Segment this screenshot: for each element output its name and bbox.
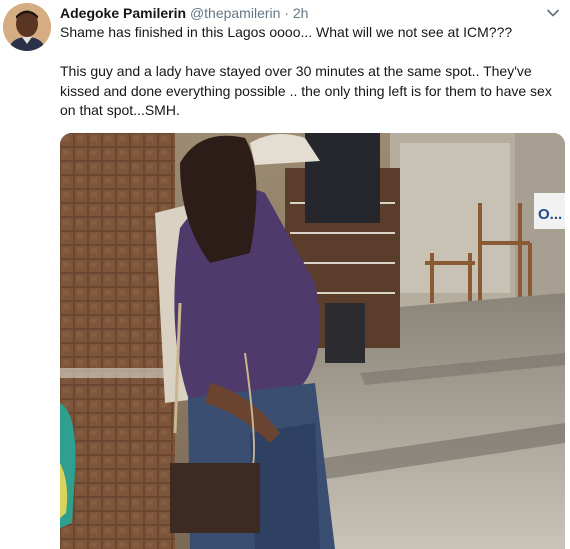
author-handle[interactable]: @thepamilerin	[190, 5, 280, 21]
tweet-photo[interactable]: O...	[60, 133, 565, 549]
tweet-header: Adegoke Pamilerin @thepamilerin · 2h	[60, 4, 560, 22]
chevron-down-icon[interactable]	[546, 6, 560, 20]
author-name[interactable]: Adegoke Pamilerin	[60, 5, 186, 21]
avatar[interactable]	[3, 3, 51, 51]
avatar-image	[3, 3, 51, 51]
tweet-text: Shame has finished in this Lagos oooo...…	[60, 24, 552, 118]
separator-dot: ·	[284, 5, 289, 21]
photo-mall-interior: O...	[60, 133, 565, 549]
tweet-time[interactable]: 2h	[293, 5, 309, 21]
store-sign: O...	[538, 206, 562, 223]
tweet[interactable]: Adegoke Pamilerin @thepamilerin · 2h Sha…	[0, 0, 570, 549]
